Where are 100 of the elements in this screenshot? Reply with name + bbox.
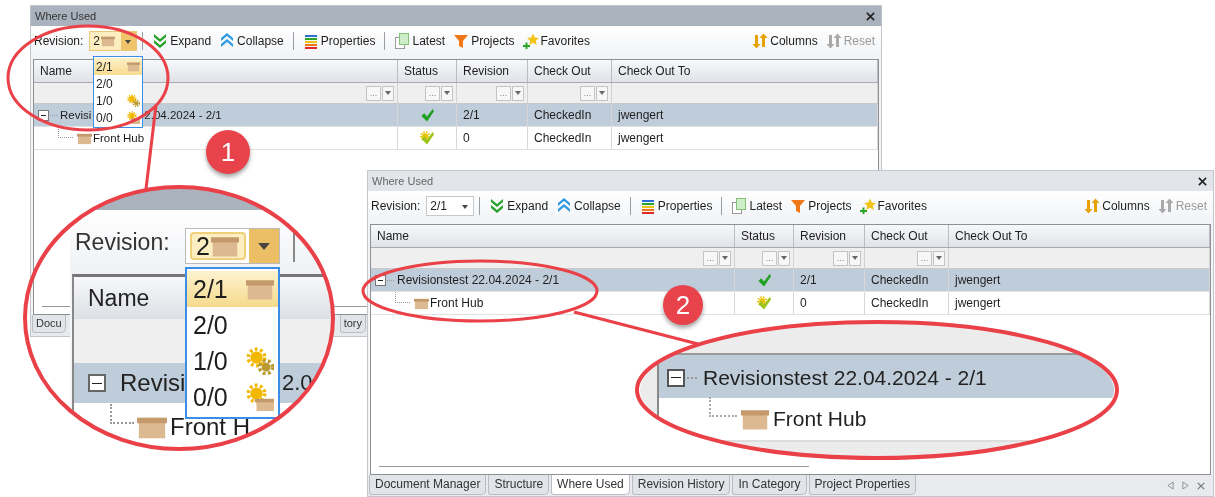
box-icon <box>127 60 140 73</box>
table-cell: CheckedIn <box>528 104 612 126</box>
column-header[interactable]: Check Out To <box>949 225 1210 247</box>
dropdown-option: 2/1 <box>187 271 278 307</box>
table-cell: jwengert <box>949 292 1210 314</box>
dropdown-option: 1/0 <box>187 343 278 379</box>
column-header[interactable]: Check Out To <box>612 60 878 82</box>
caret-icon <box>444 91 450 95</box>
pages-icon <box>394 33 411 49</box>
close-icon[interactable] <box>1198 176 1207 186</box>
caret-icon <box>599 91 605 95</box>
window-title: Where Used <box>372 175 435 187</box>
filter-button[interactable]: ... <box>762 250 777 266</box>
toolbar-button[interactable]: Properties <box>635 195 717 217</box>
column-header[interactable]: Revision <box>794 225 865 247</box>
filter-dropdown-button[interactable] <box>441 85 453 101</box>
table-cell: CheckedIn <box>528 127 612 149</box>
window-title: Where Used <box>35 10 98 22</box>
collapse-toggle[interactable] <box>38 109 49 121</box>
filter-button[interactable]: ... <box>703 250 718 266</box>
filter-button[interactable]: ... <box>917 250 932 266</box>
double-chevron-down-icon <box>489 198 506 214</box>
toolbar-button[interactable]: Projects <box>786 195 856 217</box>
revision-dropdown[interactable]: 2 <box>89 31 138 51</box>
tree-line <box>395 291 410 303</box>
tree-row[interactable]: Revisionstest 22.04.2024 - 2/1 2/1 CheckedIn jwengert <box>371 269 1210 292</box>
check-icon <box>756 272 772 288</box>
tab[interactable]: In Category <box>732 475 807 495</box>
toolbar-button[interactable]: Projects <box>449 30 519 52</box>
funnel-icon <box>790 198 807 214</box>
table-cell: 0 <box>457 127 528 149</box>
column-header[interactable]: Status <box>398 60 457 82</box>
toolbar-button[interactable]: Columns <box>1080 195 1154 217</box>
caret-icon <box>936 256 942 260</box>
toolbar-button[interactable]: Latest <box>727 195 787 217</box>
column-header[interactable]: Status <box>735 225 794 247</box>
toolbar-button[interactable]: Expand <box>148 30 216 52</box>
table-cell: jwengert <box>949 269 1210 291</box>
star-plus-icon <box>522 33 539 49</box>
toolbar-button[interactable]: Favorites <box>855 195 931 217</box>
table-cell: 0 <box>794 292 865 314</box>
filter-button[interactable]: ... <box>496 85 511 101</box>
filter-dropdown-button[interactable] <box>719 250 731 266</box>
toolbar-button[interactable]: Columns <box>748 30 822 52</box>
tree-line <box>709 397 737 417</box>
color-bars-icon <box>639 198 656 214</box>
tab[interactable]: Where Used <box>551 475 630 495</box>
filter-dropdown-button[interactable] <box>778 250 790 266</box>
gears-icon <box>246 347 274 375</box>
revision-label: Revision: <box>34 34 84 48</box>
caret-icon <box>258 242 270 250</box>
dropdown-option[interactable]: 0/0 <box>94 109 142 126</box>
check-icon <box>419 107 435 123</box>
double-chevron-down-icon <box>152 33 169 49</box>
toolbar-button[interactable]: Expand <box>485 195 553 217</box>
funnel-icon <box>453 33 470 49</box>
close-icon[interactable] <box>866 11 875 21</box>
column-header: Name <box>88 285 150 311</box>
caret-icon <box>722 256 728 260</box>
filter-button[interactable]: ... <box>580 85 595 101</box>
dropdown-value: 2 <box>196 231 210 261</box>
scrollbar[interactable] <box>379 466 809 467</box>
collapse-toggle[interactable] <box>375 274 386 286</box>
table-cell: jwengert <box>612 104 878 126</box>
caret-icon <box>515 91 521 95</box>
column-header[interactable]: Revision <box>457 60 528 82</box>
box-icon <box>101 34 116 48</box>
tab[interactable]: Document Manager <box>369 475 487 495</box>
gear-box-icon <box>127 111 140 124</box>
toolbar-button[interactable]: Collapse <box>215 30 288 52</box>
tree-item-label: Revisi <box>60 109 92 121</box>
tab[interactable]: Docu <box>32 315 66 333</box>
filter-dropdown-button[interactable] <box>512 85 524 101</box>
tab[interactable]: Project Properties <box>808 475 916 495</box>
tab[interactable]: Revision History <box>631 475 731 495</box>
tree-item-label: Front Hub <box>93 132 145 144</box>
dropdown-option[interactable]: 2/1 <box>94 58 142 75</box>
tree-item-label: Revisi <box>120 369 186 397</box>
filter-dropdown-button[interactable] <box>933 250 945 266</box>
tree-item-label: Front Hub <box>773 407 867 431</box>
toolbar-button[interactable]: Latest <box>390 30 450 52</box>
column-header[interactable]: Name <box>371 225 735 247</box>
filter-dropdown-button[interactable] <box>596 85 608 101</box>
tab[interactable]: tory <box>339 315 367 333</box>
column-header[interactable]: Check Out <box>865 225 949 247</box>
table-cell: 2/1 <box>794 269 865 291</box>
filter-dropdown-button[interactable] <box>849 250 861 266</box>
filter-button[interactable]: ... <box>833 250 848 266</box>
caret-icon <box>385 91 391 95</box>
caret-icon <box>852 256 858 260</box>
filter-dropdown-button[interactable] <box>382 85 394 101</box>
revision-dropdown[interactable]: 2/1 <box>426 196 475 216</box>
toolbar-button[interactable]: Properties <box>298 30 380 52</box>
column-header[interactable]: Check Out <box>528 60 612 82</box>
filter-button[interactable]: ... <box>366 85 381 101</box>
tab[interactable]: Structure <box>488 475 550 495</box>
toolbar-button[interactable]: Collapse <box>552 195 625 217</box>
table-cell: CheckedIn <box>865 292 949 314</box>
toolbar-button[interactable]: Favorites <box>518 30 594 52</box>
filter-button[interactable]: ... <box>425 85 440 101</box>
